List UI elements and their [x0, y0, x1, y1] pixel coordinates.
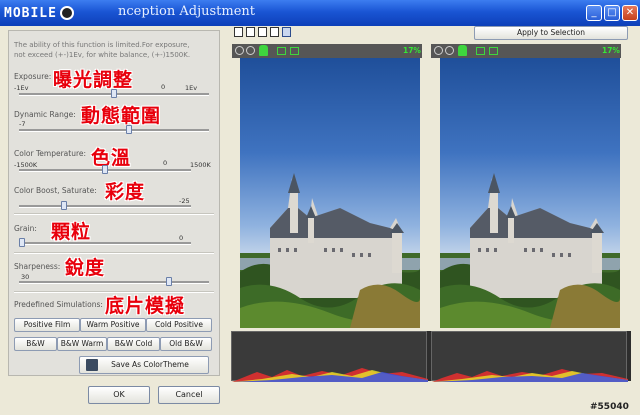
color-temperature-label: Color Temperature:: [14, 149, 87, 158]
apply-to-selection-button[interactable]: Apply to Selection: [474, 26, 628, 40]
color-boost-value: -25: [179, 197, 190, 205]
adjusted-preview-image[interactable]: [440, 58, 620, 328]
hand-tool-icon[interactable]: [458, 45, 467, 56]
view-split-icon[interactable]: [246, 27, 255, 37]
close-button[interactable]: ✕: [622, 5, 638, 21]
sharpness-slider-thumb[interactable]: [166, 277, 173, 286]
right-zoom-percent: 17%: [602, 46, 620, 55]
dynamic-range-slider-thumb[interactable]: [125, 125, 132, 134]
left-zoom-percent: 17%: [403, 46, 421, 55]
grain-label: Grain:: [14, 224, 37, 233]
separator: [14, 252, 214, 254]
color-boost-slider-track[interactable]: [19, 205, 191, 208]
save-color-theme-label: Save As ColorTheme: [111, 360, 189, 369]
preset-warm-positive-button[interactable]: Warm Positive: [80, 318, 146, 332]
exposure-value: 0: [161, 83, 166, 91]
exposure-max: 1Ev: [185, 84, 198, 92]
grain-value: 0: [179, 234, 184, 242]
preset-bw-cold-button[interactable]: B&W Cold: [107, 337, 160, 351]
color-temperature-max: 1500K: [190, 161, 211, 169]
adjustment-panel: The ability of this function is limited.…: [8, 30, 220, 376]
intro-line-2: not exceed (+-)1Ev, for white balance, (…: [14, 51, 191, 59]
color-boost-label: Color Boost, Saturate:: [14, 186, 97, 195]
view-dual-icon[interactable]: [282, 27, 291, 37]
mobile01-logo: MOBILE: [4, 3, 76, 23]
logo-disc-icon: [59, 6, 74, 20]
simulations-label: Predefined Simulations:: [14, 300, 103, 309]
dynamic-range-value: -7: [19, 120, 26, 128]
dynamic-range-annotation: 動態範圍: [81, 105, 162, 127]
preset-old-bw-button[interactable]: Old B&W: [160, 337, 212, 351]
logo-text: MOBILE: [4, 5, 57, 21]
hand-tool-icon[interactable]: [259, 45, 268, 56]
adjusted-histogram: [431, 331, 628, 382]
view-horizontal-split-icon[interactable]: [270, 27, 279, 37]
zoom-in-icon[interactable]: [434, 46, 443, 55]
zoom-in-icon[interactable]: [235, 46, 244, 55]
sharpness-slider-track[interactable]: [19, 281, 209, 284]
fit-window-icon[interactable]: [489, 47, 498, 55]
grain-slider-track[interactable]: [19, 242, 191, 245]
zoom-out-icon[interactable]: [246, 46, 255, 55]
maximize-button[interactable]: □: [604, 5, 620, 21]
save-color-theme-button[interactable]: Save As ColorTheme: [79, 356, 209, 374]
color-temperature-annotation: 色溫: [91, 147, 132, 169]
dynamic-range-slider-track[interactable]: [19, 129, 209, 132]
histogram-graph: [232, 368, 428, 382]
intro-line-1: The ability of this function is limited.…: [14, 41, 190, 49]
cancel-button[interactable]: Cancel: [158, 386, 220, 404]
preset-bw-warm-button[interactable]: B&W Warm: [57, 337, 107, 351]
color-boost-slider-thumb[interactable]: [60, 201, 67, 210]
histogram-graph: [432, 369, 628, 382]
color-temperature-min: -1500K: [14, 161, 38, 169]
histogram-area: [231, 331, 631, 382]
actual-size-icon[interactable]: [476, 47, 485, 55]
ok-button[interactable]: OK: [88, 386, 150, 404]
preset-positive-film-button[interactable]: Positive Film: [14, 318, 80, 332]
view-single-icon[interactable]: [234, 27, 243, 37]
exposure-label: Exposure:: [14, 72, 52, 81]
left-preview-toolbar: 17%: [232, 44, 422, 58]
zoom-out-icon[interactable]: [445, 46, 454, 55]
original-preview-image[interactable]: [240, 58, 420, 328]
original-histogram: [231, 331, 428, 382]
castle-photo: [440, 173, 620, 328]
window-title: nception Adjustment: [118, 4, 256, 19]
castle-photo: [240, 173, 420, 328]
preset-cold-positive-button[interactable]: Cold Positive: [146, 318, 212, 332]
separator: [14, 213, 214, 215]
title-bar: MOBILE nception Adjustment _ □ ✕: [0, 0, 640, 26]
dynamic-range-label: Dynamic Range:: [14, 110, 76, 119]
sharpness-annotation: 銳度: [65, 257, 106, 279]
watermark: #55040: [590, 402, 629, 412]
exposure-min: -1Ev: [14, 84, 29, 92]
right-preview-toolbar: 17%: [431, 44, 621, 58]
grain-annotation: 顆粒: [51, 221, 92, 243]
sharpness-label: Sharpeness:: [14, 262, 61, 271]
color-boost-annotation: 彩度: [105, 181, 146, 203]
actual-size-icon[interactable]: [277, 47, 286, 55]
minimize-button[interactable]: _: [586, 5, 602, 21]
sharpness-value: 30: [21, 273, 30, 281]
grain-slider-thumb[interactable]: [19, 238, 25, 247]
exposure-slider-thumb[interactable]: [111, 89, 117, 98]
view-side-by-side-icon[interactable]: [258, 27, 267, 37]
exposure-annotation: 曝光調整: [53, 69, 134, 91]
save-theme-icon: [86, 359, 98, 371]
simulations-annotation: 底片模擬: [105, 295, 186, 317]
color-temperature-value: 0: [163, 159, 168, 167]
color-temperature-slider-thumb[interactable]: [102, 165, 108, 174]
preset-bw-button[interactable]: B&W: [14, 337, 57, 351]
fit-window-icon[interactable]: [290, 47, 299, 55]
